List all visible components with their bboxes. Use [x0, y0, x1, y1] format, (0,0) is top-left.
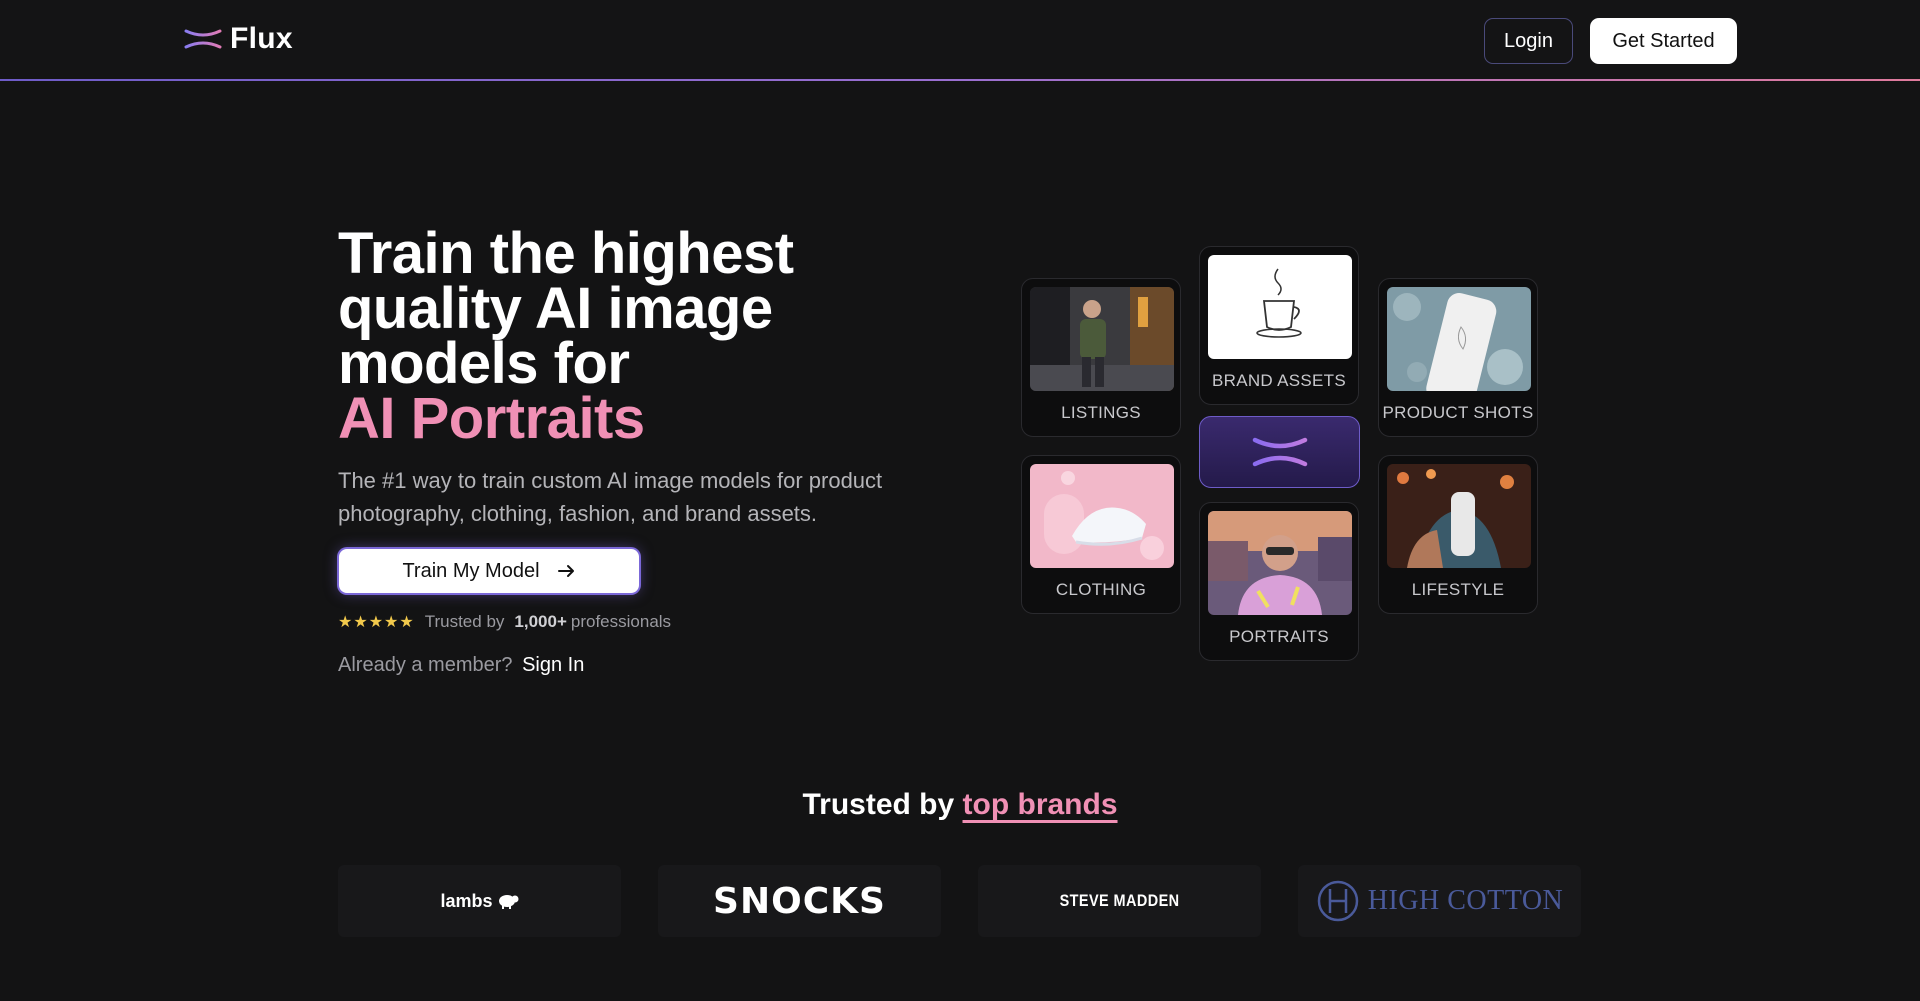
- category-card-brand-assets[interactable]: BRAND ASSETS: [1199, 246, 1359, 405]
- top-nav: Flux Login Get Started: [0, 0, 1920, 80]
- cta-label: Train My Model: [402, 559, 540, 582]
- brands-title-prefix: Trusted by: [802, 788, 955, 821]
- flux-logo-tile: [1199, 416, 1360, 488]
- brands-title: Trusted by top brands: [0, 788, 1920, 822]
- get-started-button[interactable]: Get Started: [1590, 18, 1737, 64]
- logo[interactable]: Flux: [184, 22, 293, 56]
- flux-x-icon: [1252, 437, 1307, 467]
- bottle-photo-icon: [1387, 287, 1531, 391]
- train-my-model-button[interactable]: Train My Model: [339, 549, 639, 593]
- category-label: CLOTHING: [1055, 580, 1147, 599]
- trusted-count: 1,000+: [514, 612, 567, 631]
- portrait-photo-icon: [1208, 511, 1352, 615]
- brand-logo-text: HIGH COTTON: [1367, 885, 1564, 916]
- brand-logo-lambs: Lambs: [338, 865, 621, 937]
- trusted-prefix: Trusted by: [424, 612, 505, 631]
- category-label: LISTINGS: [1061, 403, 1141, 422]
- sign-in-link[interactable]: Sign In: [522, 654, 584, 676]
- brand-logo-steve-madden: STEVE MADDEN: [978, 865, 1261, 937]
- category-label: LIFESTYLE: [1411, 580, 1505, 599]
- flux-x-icon: [184, 29, 222, 49]
- category-card-lifestyle[interactable]: LIFESTYLE: [1378, 455, 1538, 614]
- brand-logo-high-cotton: HIGH COTTON: [1298, 865, 1581, 937]
- category-label: PORTRAITS: [1229, 627, 1329, 646]
- trusted-suffix: professionals: [570, 612, 672, 631]
- nav-divider: [0, 79, 1920, 81]
- brand-logo-text: STEVE MADDEN: [1059, 891, 1180, 910]
- category-card-listings[interactable]: LISTINGS: [1021, 278, 1181, 437]
- arrow-right-icon: [557, 565, 574, 577]
- sheep-icon: [498, 895, 519, 909]
- category-card-portraits[interactable]: PORTRAITS: [1199, 502, 1359, 661]
- hero-title-main: Train the highest quality AI image model…: [338, 221, 794, 396]
- sneaker-photo-icon: [1030, 464, 1174, 568]
- category-card-clothing[interactable]: CLOTHING: [1021, 455, 1181, 614]
- category-label: BRAND ASSETS: [1212, 371, 1346, 390]
- brand-logo-snocks: SNOCKS: [658, 865, 941, 937]
- login-button[interactable]: Login: [1484, 18, 1573, 64]
- member-line: Already a member? Sign In: [338, 654, 584, 677]
- hero-subtitle: The #1 way to train custom AI image mode…: [338, 468, 883, 526]
- hero-title-accent: AI Portraits: [338, 386, 645, 451]
- logo-text: Flux: [230, 22, 293, 55]
- person-city-photo-icon: [1030, 287, 1174, 391]
- category-label: PRODUCT SHOTS: [1382, 403, 1534, 422]
- member-text: Already a member?: [338, 654, 513, 676]
- brand-logo-text: SNOCKS: [713, 880, 886, 922]
- coffee-cup-sketch-icon: [1208, 255, 1352, 359]
- star-rating-icon: ★★★★★: [338, 614, 415, 631]
- brands-title-accent: top brands: [962, 788, 1118, 821]
- high-cotton-monogram-icon: [1317, 880, 1358, 922]
- trust-line: ★★★★★ Trusted by 1,000+ professionals: [338, 612, 671, 632]
- category-card-product-shots[interactable]: PRODUCT SHOTS: [1378, 278, 1538, 437]
- hero-title: Train the highest quality AI image model…: [338, 225, 938, 451]
- brand-logo-text: Lambs: [440, 890, 493, 911]
- bottle-lifestyle-photo-icon: [1387, 464, 1531, 568]
